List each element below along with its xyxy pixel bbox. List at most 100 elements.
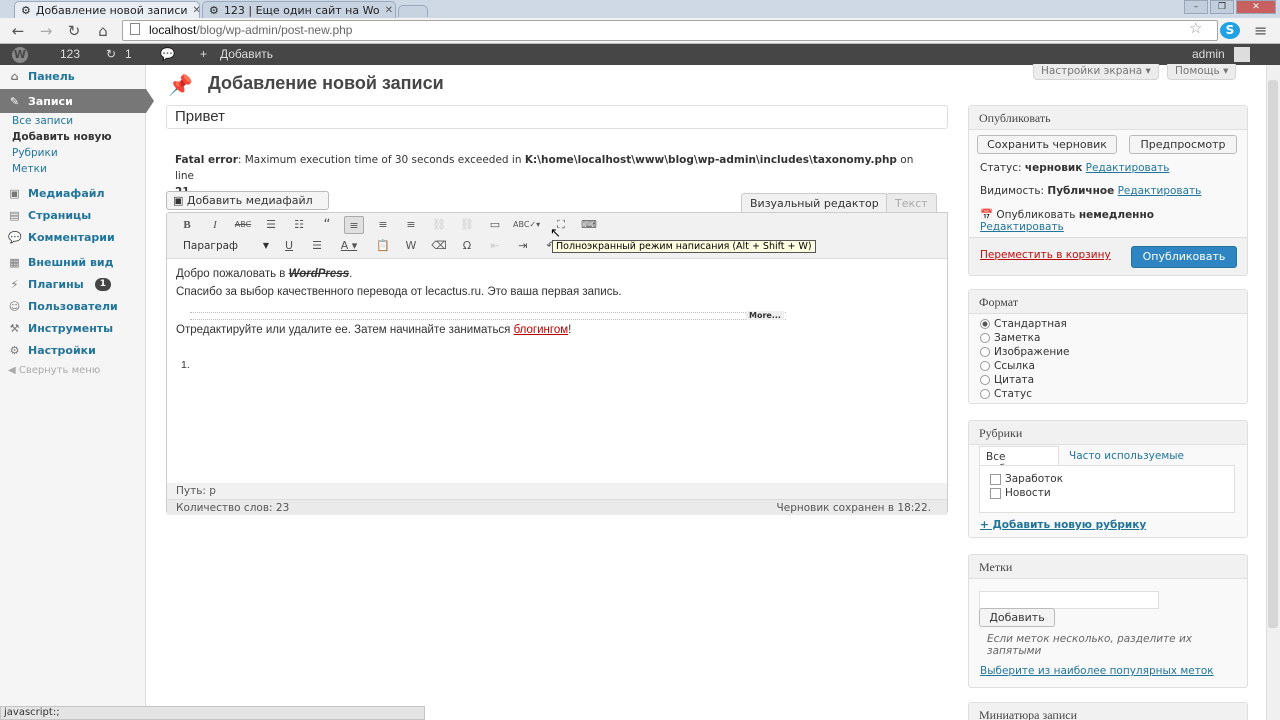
updates-count[interactable]: 1 [125,44,132,65]
category-item[interactable]: Заработок [990,472,1224,486]
tags-input[interactable] [979,591,1159,609]
help-button[interactable]: Помощь ▾ [1167,64,1237,80]
wordpress-logo-icon[interactable]: W [12,47,28,63]
preview-button[interactable]: Предпросмотр [1129,135,1237,154]
align-right-icon[interactable]: ≡ [401,216,421,234]
reload-icon[interactable]: ↻ [64,21,84,41]
unlink-icon[interactable]: ⛓ [457,216,477,234]
bookmark-star-icon[interactable]: ☆ [1189,19,1202,37]
tab-visual-editor[interactable]: Визуальный редактор [741,193,888,213]
clear-formatting-icon[interactable]: ⌫ [429,237,449,255]
sidebar-item-label: Комментарии [28,230,115,244]
close-tab-icon[interactable]: ✕ [193,5,199,16]
close-tab-icon[interactable]: ✕ [385,5,393,16]
address-bar[interactable]: localhost/blog/wp-admin/post-new.php [122,20,1218,41]
collapse-menu-button[interactable]: ◀ Свернуть меню [8,365,100,376]
sidebar-item-comments[interactable]: 💬 Комментарии [0,226,146,248]
blockquote-icon[interactable]: “ [317,216,337,234]
save-draft-button[interactable]: Сохранить черновик [977,135,1117,154]
updates-icon[interactable]: ↻ [106,44,116,65]
format-option[interactable]: Цитата [980,373,1070,387]
move-to-trash-link[interactable]: Переместить в корзину [980,249,1111,261]
indent-icon[interactable]: ⇥ [513,237,533,255]
submenu-all-posts[interactable]: Все записи [12,115,73,127]
link-icon[interactable]: ⛓ [429,216,449,234]
format-option[interactable]: Статус [980,387,1070,401]
tab-popular-categories[interactable]: Часто используемые [1069,450,1184,462]
maximize-icon[interactable]: ❐ [1210,0,1234,14]
add-media-button[interactable]: ▣ Добавить медиафайл [166,191,329,210]
popular-tags-link[interactable]: Выберите из наиболее популярных меток [980,665,1214,677]
post-title-input[interactable]: Привет [166,105,948,129]
comments-icon[interactable]: 💬 [160,44,175,65]
numbered-list-icon[interactable]: ☷ [289,216,309,234]
browser-tab-active[interactable]: ⚙ Добавление новой записи ✕ [14,1,200,18]
paste-text-icon[interactable]: 📋 [373,237,393,255]
browser-tab[interactable]: ⚙ 123 | Еще один сайт на Wo ✕ [202,1,396,18]
forward-arrow-icon[interactable]: → [36,21,56,41]
avatar[interactable] [1234,47,1250,62]
format-select[interactable]: Параграф ▼ [177,237,273,255]
outdent-icon[interactable]: ⇤ [485,237,505,255]
plus-icon[interactable]: + [200,44,207,65]
publish-button[interactable]: Опубликовать [1131,246,1237,268]
submenu-categories[interactable]: Рубрики [12,147,58,159]
add-tag-button[interactable]: Добавить [979,608,1055,627]
site-name-link[interactable]: 123 [60,44,80,65]
align-left-icon[interactable]: ≡ [344,216,364,234]
underline-icon[interactable]: U [279,237,299,255]
justify-icon[interactable]: ☰ [307,237,327,255]
bold-icon[interactable]: B [177,216,197,234]
home-icon[interactable]: ⌂ [93,21,113,41]
back-arrow-icon[interactable]: ← [8,21,28,41]
comments-icon: 💬 [8,230,22,244]
tags-hint: Если меток несколько, разделите их запят… [987,633,1192,657]
align-center-icon[interactable]: ≡ [373,216,393,234]
submenu-tags[interactable]: Метки [12,163,47,175]
edit-visibility-link[interactable]: Редактировать [1118,185,1202,197]
new-tab-button[interactable] [398,5,428,17]
user-name[interactable]: admin [1192,44,1225,65]
sidebar-item-settings[interactable]: ⚙ Настройки [0,339,146,361]
format-option[interactable]: Стандартная [980,317,1070,331]
format-option[interactable]: Заметка [980,331,1070,345]
tab-text-editor[interactable]: Текст [886,193,937,213]
sidebar-item-media[interactable]: ▣ Медиафайл [0,182,146,204]
content-line-2[interactable]: Спасибо за выбор качественного перевода … [176,286,622,298]
edit-status-link[interactable]: Редактировать [1086,162,1170,174]
spellcheck-icon[interactable]: ABC✓▾ [513,216,540,234]
paste-word-icon[interactable]: W [401,237,421,255]
wrench-menu-icon[interactable]: ≡ [1254,21,1267,40]
category-item[interactable]: Новости [990,486,1224,500]
special-char-icon[interactable]: Ω [457,237,477,255]
content-link[interactable]: блогингом [514,324,569,336]
content-line-3[interactable]: Отредактируйте или удалите ее. Затем нач… [176,324,571,336]
sidebar-item-dashboard[interactable]: ⌂ Панель [0,65,146,87]
add-category-link[interactable]: + Добавить новую рубрику [980,519,1146,531]
format-option[interactable]: Изображение [980,345,1070,359]
content-line-1[interactable]: Добро пожаловать в WordPress. [176,268,352,280]
minimize-icon[interactable]: – [1184,0,1208,14]
sidebar-item-posts[interactable]: ✎ Записи [0,89,154,113]
bullet-list-icon[interactable]: ☰ [261,216,281,234]
strikethrough-icon[interactable]: ABC [233,216,253,234]
add-new-link[interactable]: Добавить [220,44,273,65]
italic-icon[interactable]: I [205,216,225,234]
sidebar-item-tools[interactable]: ⚒ Инструменты [0,317,146,339]
tab-all-categories[interactable]: Все рубрики [979,446,1059,475]
list-item[interactable]: 1. [181,359,190,371]
kitchen-sink-icon[interactable]: ⌨ [579,216,599,234]
edit-schedule-link[interactable]: Редактировать [980,221,1064,233]
insert-more-icon[interactable]: ▭ [485,216,505,234]
sidebar-item-appearance[interactable]: ▦ Внешний вид [0,251,146,273]
skype-extension-icon[interactable]: S [1220,22,1240,39]
format-option[interactable]: Ссылка [980,359,1070,373]
sidebar-item-plugins[interactable]: ⚡ Плагины 1 [0,273,146,295]
screen-options-button[interactable]: Настройки экрана ▾ [1033,64,1159,80]
scrollbar-thumb[interactable] [1268,80,1278,628]
sidebar-item-pages[interactable]: ▤ Страницы [0,204,146,226]
close-window-icon[interactable]: ✕ [1236,0,1276,14]
submenu-add-new[interactable]: Добавить новую [12,131,112,143]
text-color-icon[interactable]: A ▾ [335,237,363,255]
sidebar-item-users[interactable]: ☺ Пользователи [0,295,146,317]
